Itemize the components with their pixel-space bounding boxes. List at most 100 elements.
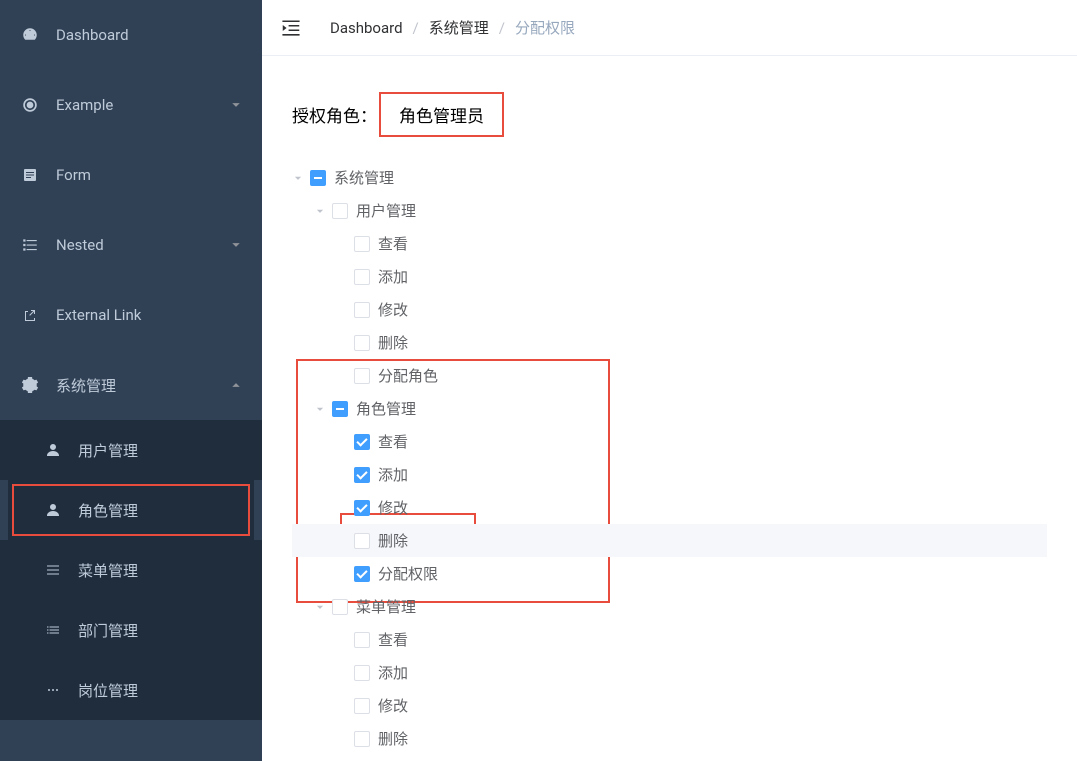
- tree-node-label: 角色管理: [356, 398, 416, 419]
- tree-node-label: 删除: [378, 530, 408, 551]
- sidebar-subitem-label: 菜单管理: [78, 560, 242, 581]
- user-icon: [44, 441, 62, 459]
- sidebar-item-example[interactable]: Example: [0, 70, 262, 140]
- example-icon: [20, 95, 40, 115]
- tree-node[interactable]: 删除: [292, 524, 1047, 557]
- sidebar-subitem-label: 岗位管理: [78, 680, 242, 701]
- tree-node-label: 修改: [378, 497, 408, 518]
- tree-checkbox[interactable]: [354, 731, 370, 747]
- tree-node[interactable]: 修改: [292, 293, 1047, 326]
- tree-caret-down-icon[interactable]: [292, 172, 304, 184]
- sidebar-subitem-label: 用户管理: [78, 440, 242, 461]
- role-value-highlight: 角色管理员: [379, 92, 504, 137]
- tree-checkbox[interactable]: [354, 236, 370, 252]
- tree-node[interactable]: 用户管理: [292, 194, 1047, 227]
- sidebar-item-label: External Link: [56, 306, 242, 324]
- sidebar: Dashboard Example Form Nested External Link 系…: [0, 0, 262, 761]
- sidebar-subitem-label: 角色管理: [78, 500, 234, 521]
- tree-checkbox[interactable]: [354, 665, 370, 681]
- tree-node-label: 系统管理: [334, 167, 394, 188]
- tree-node-label: 删除: [378, 332, 408, 353]
- tree-node[interactable]: 查看: [292, 623, 1047, 656]
- tree-node-label: 删除: [378, 728, 408, 749]
- tree-node[interactable]: 查看: [292, 425, 1047, 458]
- tree-checkbox[interactable]: [354, 368, 370, 384]
- tree-checkbox[interactable]: [354, 467, 370, 483]
- tree-node[interactable]: 查看: [292, 227, 1047, 260]
- tree-caret-down-icon[interactable]: [314, 205, 326, 217]
- tree-node-label: 分配权限: [378, 563, 438, 584]
- sidebar-item-dashboard[interactable]: Dashboard: [0, 0, 262, 70]
- tree-checkbox[interactable]: [332, 203, 348, 219]
- tree-node-label: 修改: [378, 299, 408, 320]
- chevron-down-icon: [230, 239, 242, 251]
- tree-node[interactable]: 菜单管理: [292, 590, 1047, 623]
- permission-tree: 系统管理用户管理查看添加修改删除分配角色角色管理查看添加修改删除分配权限菜单管理…: [292, 161, 1047, 761]
- tree-caret-down-icon[interactable]: [314, 601, 326, 613]
- tree-node[interactable]: 删除: [292, 326, 1047, 359]
- gear-icon: [20, 375, 40, 395]
- sidebar-item-label: 系统管理: [56, 375, 230, 396]
- sidebar-subitem-label: 部门管理: [78, 620, 242, 641]
- sidebar-subitem-角色管理[interactable]: 角色管理: [8, 480, 254, 540]
- hamburger-icon[interactable]: [280, 17, 302, 39]
- tree-checkbox[interactable]: [332, 599, 348, 615]
- tree-node[interactable]: 添加: [292, 260, 1047, 293]
- tree-checkbox[interactable]: [354, 434, 370, 450]
- external-icon: [20, 305, 40, 325]
- main-area: Dashboard/系统管理/分配权限 授权角色： 角色管理员 系统管理用户管理…: [262, 0, 1077, 761]
- sidebar-subitem-岗位管理[interactable]: 岗位管理: [0, 660, 262, 720]
- tree-checkbox[interactable]: [354, 500, 370, 516]
- tree-caret-down-icon[interactable]: [314, 403, 326, 415]
- tree-checkbox[interactable]: [354, 632, 370, 648]
- sidebar-item-label: Example: [56, 96, 230, 114]
- breadcrumb-item[interactable]: Dashboard: [330, 19, 403, 37]
- tree-node-label: 添加: [378, 464, 408, 485]
- tree-node[interactable]: 修改: [292, 689, 1047, 722]
- sidebar-item-系统管理[interactable]: 系统管理: [0, 350, 262, 420]
- tree-node[interactable]: 分配权限: [292, 557, 1047, 590]
- sidebar-subitem-用户管理[interactable]: 用户管理: [0, 420, 262, 480]
- tree-node[interactable]: 角色管理: [292, 392, 1047, 425]
- tree-node-label: 添加: [378, 266, 408, 287]
- sidebar-subitem-部门管理[interactable]: 部门管理: [0, 600, 262, 660]
- tree-checkbox[interactable]: [332, 401, 348, 417]
- sidebar-item-form[interactable]: Form: [0, 140, 262, 210]
- breadcrumb: Dashboard/系统管理/分配权限: [330, 17, 575, 38]
- tree-node[interactable]: 删除: [292, 722, 1047, 755]
- role-value: 角色管理员: [399, 107, 484, 127]
- tree-node[interactable]: 分配角色: [292, 359, 1047, 392]
- tree-node[interactable]: 添加: [292, 656, 1047, 689]
- tree-checkbox[interactable]: [354, 698, 370, 714]
- breadcrumb-item[interactable]: 系统管理: [429, 17, 489, 38]
- tree-node-label: 查看: [378, 431, 408, 452]
- tree-node-label: 分配角色: [378, 365, 438, 386]
- tree-node[interactable]: 部门管理: [292, 755, 1047, 761]
- tree-checkbox[interactable]: [310, 170, 326, 186]
- sidebar-subitem-菜单管理[interactable]: 菜单管理: [0, 540, 262, 600]
- tree-node-label: 修改: [378, 695, 408, 716]
- menu-icon: [44, 561, 62, 579]
- post-icon: [44, 681, 62, 699]
- tree-checkbox[interactable]: [354, 302, 370, 318]
- sidebar-item-external-link[interactable]: External Link: [0, 280, 262, 350]
- chevron-down-icon: [230, 99, 242, 111]
- form-icon: [20, 165, 40, 185]
- tree-node-label: 查看: [378, 233, 408, 254]
- tree-checkbox[interactable]: [354, 533, 370, 549]
- content-area: 授权角色： 角色管理员 系统管理用户管理查看添加修改删除分配角色角色管理查看添加…: [262, 56, 1077, 761]
- tree-node-label: 添加: [378, 662, 408, 683]
- tree-node[interactable]: 添加: [292, 458, 1047, 491]
- sidebar-item-nested[interactable]: Nested: [0, 210, 262, 280]
- user-icon: [44, 501, 62, 519]
- tree-node[interactable]: 修改: [292, 491, 1047, 524]
- dashboard-icon: [20, 25, 40, 45]
- tree-checkbox[interactable]: [354, 335, 370, 351]
- tree-node-label: 查看: [378, 629, 408, 650]
- dept-icon: [44, 621, 62, 639]
- tree-checkbox[interactable]: [354, 566, 370, 582]
- sidebar-item-label: Nested: [56, 236, 230, 254]
- tree-checkbox[interactable]: [354, 269, 370, 285]
- tree-node[interactable]: 系统管理: [292, 161, 1047, 194]
- tree-node-label: 用户管理: [356, 200, 416, 221]
